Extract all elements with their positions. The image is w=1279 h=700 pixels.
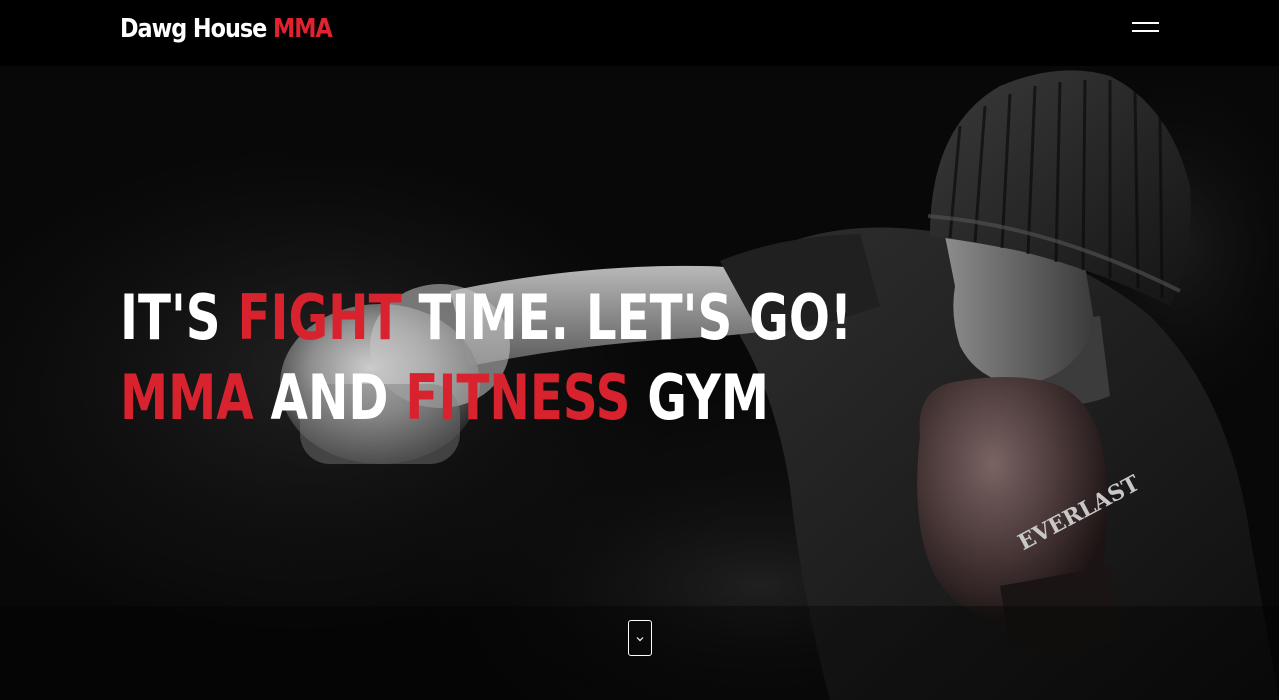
headline-highlight: FITNESS: [405, 361, 631, 434]
headline-text: TIME. LET'S GO!: [401, 281, 853, 354]
menu-toggle-button[interactable]: [1126, 16, 1166, 42]
headline-text: AND: [253, 361, 406, 434]
hero-headline-line-2: MMA AND FITNESS GYM: [120, 358, 852, 438]
navbar: Dawg House MMA: [0, 0, 1279, 66]
headline-highlight: MMA: [120, 361, 254, 434]
hero-section: EVERLAST IT'S FIGHT TIME. LET'S GO! MMA …: [0, 66, 1279, 700]
page: Dawg House MMA EVERLAST IT'S FIGHT TIME.…: [0, 0, 1279, 700]
brand-accent: MMA: [273, 14, 333, 44]
headline-text: GYM: [630, 361, 770, 434]
scroll-down-button[interactable]: [628, 620, 652, 656]
hero-headline: IT'S FIGHT TIME. LET'S GO! MMA AND FITNE…: [120, 278, 852, 438]
hero-headline-line-1: IT'S FIGHT TIME. LET'S GO!: [120, 278, 852, 358]
hamburger-menu-icon-bar: [1132, 30, 1159, 32]
hamburger-menu-icon: [1132, 22, 1159, 24]
headline-text: IT'S: [120, 281, 238, 354]
brand-logo[interactable]: Dawg House MMA: [120, 14, 333, 44]
headline-highlight: FIGHT: [237, 281, 402, 354]
brand-name: Dawg House: [120, 14, 267, 44]
chevron-down-icon: [636, 637, 644, 642]
